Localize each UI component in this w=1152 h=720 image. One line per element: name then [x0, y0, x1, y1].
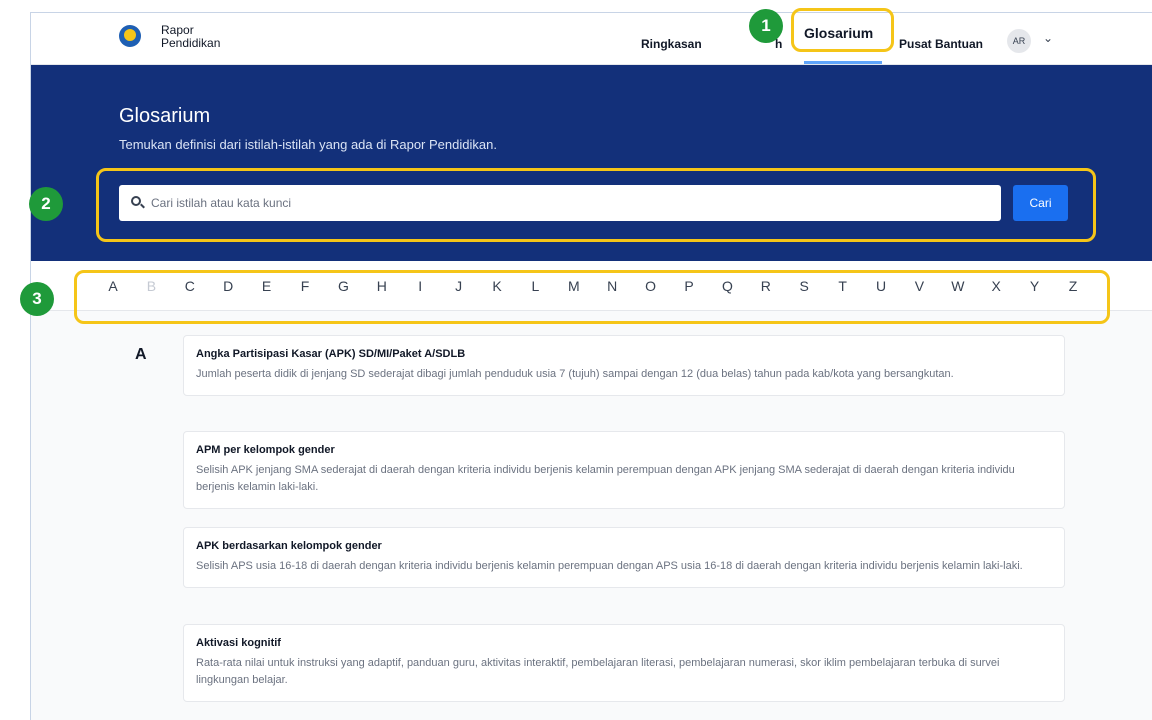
- annotation-box-alphabet: [74, 270, 1110, 324]
- entry-title: APK berdasarkan kelompok gender: [196, 540, 382, 552]
- entry-description: Jumlah peserta didik di jenjang SD seder…: [196, 368, 954, 380]
- chevron-down-icon[interactable]: ⌄: [1043, 31, 1053, 45]
- brand-line-2: Pendidikan: [161, 36, 221, 50]
- avatar[interactable]: AR: [1007, 29, 1031, 53]
- page-title: Glosarium: [119, 105, 211, 127]
- logo-emblem: [124, 29, 136, 41]
- entry-description: Selisih APS usia 16-18 di daerah dengan …: [196, 560, 1023, 572]
- entry-title: Angka Partisipasi Kasar (APK) SD/MI/Pake…: [196, 348, 466, 360]
- entry-description: Rata-rata nilai untuk instruksi yang ada…: [196, 657, 1000, 686]
- app-frame: Rapor Pendidikan Ringkasan h Glosarium P…: [30, 12, 1152, 720]
- entry-description: Selisih APK jenjang SMA sederajat di dae…: [196, 464, 1015, 493]
- glossary-entry: APM per kelompok gender Selisih APK jenj…: [183, 431, 1065, 509]
- top-navbar: Rapor Pendidikan Ringkasan h Glosarium P…: [31, 13, 1152, 65]
- annotation-badge-1: 1: [749, 9, 783, 43]
- annotation-badge-2: 2: [29, 187, 63, 221]
- glossary-entry: APK berdasarkan kelompok gender Selisih …: [183, 527, 1065, 588]
- entry-title: APM per kelompok gender: [196, 444, 335, 456]
- page-subtitle: Temukan definisi dari istilah-istilah ya…: [119, 137, 497, 152]
- annotation-box-search: [96, 168, 1096, 242]
- brand-name[interactable]: Rapor Pendidikan: [161, 24, 220, 50]
- logo-icon[interactable]: [119, 25, 141, 47]
- nav-active-indicator: [804, 61, 882, 64]
- entry-title: Aktivasi kognitif: [196, 637, 281, 649]
- glossary-entry: Aktivasi kognitif Rata-rata nilai untuk …: [183, 624, 1065, 702]
- nav-ringkasan[interactable]: Ringkasan: [641, 37, 702, 51]
- annotation-box-glosarium: [791, 8, 894, 52]
- section-letter: A: [135, 346, 147, 363]
- annotation-badge-3: 3: [20, 282, 54, 316]
- nav-pusat-bantuan[interactable]: Pusat Bantuan: [899, 37, 983, 51]
- glossary-entry: Angka Partisipasi Kasar (APK) SD/MI/Pake…: [183, 335, 1065, 396]
